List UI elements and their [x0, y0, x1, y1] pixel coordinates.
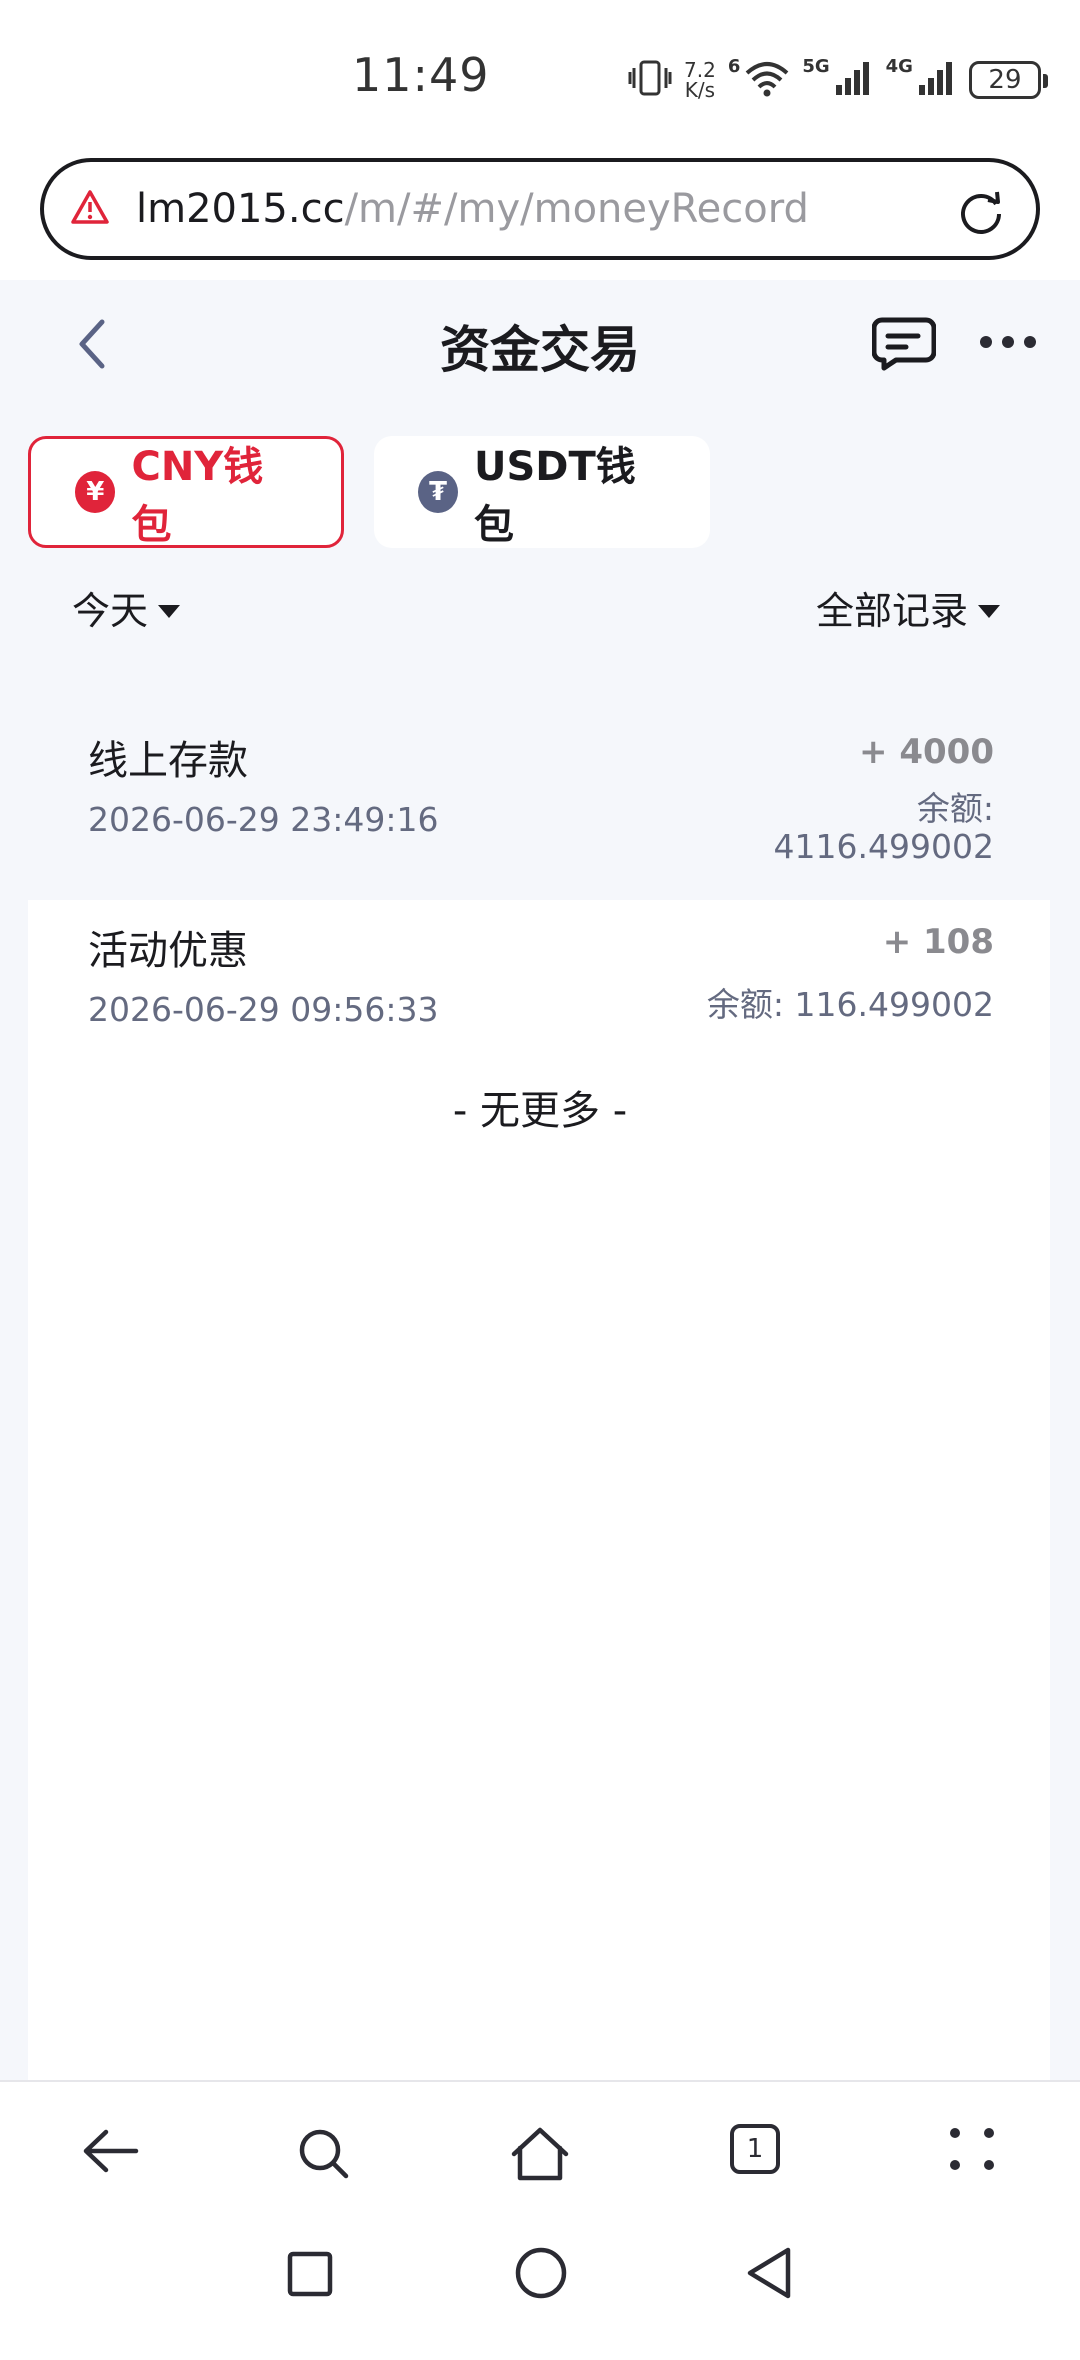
status-time: 11:49 — [352, 48, 490, 102]
record-balance: 余额: 116.499002 — [707, 986, 994, 1024]
list-item[interactable]: 线上存款 2026-06-29 23:49:16 + 4000 余额: 4116… — [0, 728, 1080, 898]
record-title: 线上存款 — [88, 738, 248, 784]
record-balance-value: 4116.499002 — [773, 827, 994, 866]
chat-button[interactable] — [871, 316, 937, 376]
tab-cny-wallet-label: CNY钱包 — [131, 444, 264, 548]
record-date: 2026-06-29 23:49:16 — [88, 800, 439, 839]
home-icon[interactable] — [510, 2126, 570, 2186]
date-filter-dropdown[interactable]: 今天 — [72, 580, 181, 635]
caret-down-icon — [158, 605, 181, 618]
network-speed-value: 7.2 — [684, 58, 716, 82]
wifi-label: 6 — [727, 56, 741, 77]
caret-down-icon — [978, 605, 1000, 618]
sim1-label: 5G — [802, 56, 830, 77]
recents-square-icon[interactable] — [286, 2250, 334, 2302]
tab-count: 1 — [730, 2124, 780, 2174]
record-title: 活动优惠 — [88, 928, 248, 974]
sim2-label: 4G — [885, 56, 913, 77]
network-speed: 7.2 K/s — [684, 60, 716, 100]
dot-icon — [950, 2128, 960, 2138]
status-icons: 7.2 K/s 6 5G 4G 29 — [628, 52, 1048, 108]
tabs-button[interactable]: 1 — [730, 2124, 780, 2174]
tab-cny-wallet[interactable]: ¥ CNY钱包 — [28, 436, 344, 548]
wifi-icon — [744, 59, 790, 101]
vibrate-icon — [628, 58, 672, 102]
reload-icon[interactable] — [956, 186, 1006, 240]
type-filter-label: 全部记录 — [815, 589, 968, 633]
dot-icon — [984, 2128, 994, 2138]
date-filter-label: 今天 — [72, 589, 149, 633]
yuan-coin-icon: ¥ — [75, 471, 116, 513]
battery-icon: 29 — [968, 61, 1048, 99]
menu-dots-icon[interactable] — [950, 2128, 996, 2170]
back-triangle-icon[interactable] — [744, 2246, 794, 2304]
url-host: lm2015.cc — [136, 186, 345, 232]
home-circle-icon[interactable] — [514, 2246, 568, 2304]
signal-icon-sim1 — [834, 59, 874, 101]
no-more-text: - 无更多 - — [452, 1088, 628, 1134]
money-record-page: 资金交易 ¥ CNY钱包 ₮ USDT钱包 今天 全部记录 线上存款 2026-… — [0, 280, 1080, 2360]
dot-icon — [980, 336, 992, 348]
record-balance-value: 116.499002 — [794, 985, 994, 1024]
dot-icon — [984, 2160, 994, 2170]
record-balance-label: 余额: — [706, 985, 785, 1024]
more-options-button[interactable] — [980, 336, 1036, 348]
search-icon[interactable] — [296, 2126, 352, 2186]
tether-coin-icon: ₮ — [418, 471, 458, 513]
tab-usdt-wallet-label: USDT钱包 — [473, 444, 636, 548]
type-filter-dropdown[interactable]: 全部记录 — [816, 580, 1000, 635]
system-navigation-bar — [0, 2220, 1080, 2340]
dot-icon — [1024, 336, 1036, 348]
url-bar[interactable]: lm2015.cc/m/#/my/moneyRecord — [40, 158, 1040, 260]
warning-icon[interactable] — [70, 189, 110, 229]
network-speed-unit: K/s — [684, 78, 716, 102]
back-arrow-icon[interactable] — [80, 2126, 140, 2180]
signal-icon-sim2 — [917, 59, 957, 101]
page-header: 资金交易 — [0, 280, 1080, 400]
battery-level: 29 — [988, 65, 1022, 95]
record-amount: + 108 — [882, 922, 994, 962]
list-item[interactable]: 活动优惠 2026-06-29 09:56:33 + 108 余额: 116.4… — [0, 918, 1080, 1068]
status-bar: 11:49 7.2 K/s 6 5G 4G 29 — [0, 0, 1080, 150]
filter-row: 今天 全部记录 — [0, 580, 1080, 640]
dot-icon — [950, 2160, 960, 2170]
tab-usdt-wallet[interactable]: ₮ USDT钱包 — [374, 436, 710, 548]
browser-toolbar: 1 — [0, 2080, 1080, 2220]
record-balance-label: 余额: — [916, 789, 994, 828]
url-text[interactable]: lm2015.cc/m/#/my/moneyRecord — [136, 186, 809, 232]
dot-icon — [1002, 336, 1014, 348]
url-path: /m/#/my/moneyRecord — [344, 186, 809, 232]
wallet-tabs: ¥ CNY钱包 ₮ USDT钱包 — [28, 436, 710, 548]
record-balance: 余额: 4116.499002 — [774, 790, 994, 866]
record-date: 2026-06-29 09:56:33 — [88, 990, 439, 1029]
record-amount: + 4000 — [859, 732, 994, 772]
